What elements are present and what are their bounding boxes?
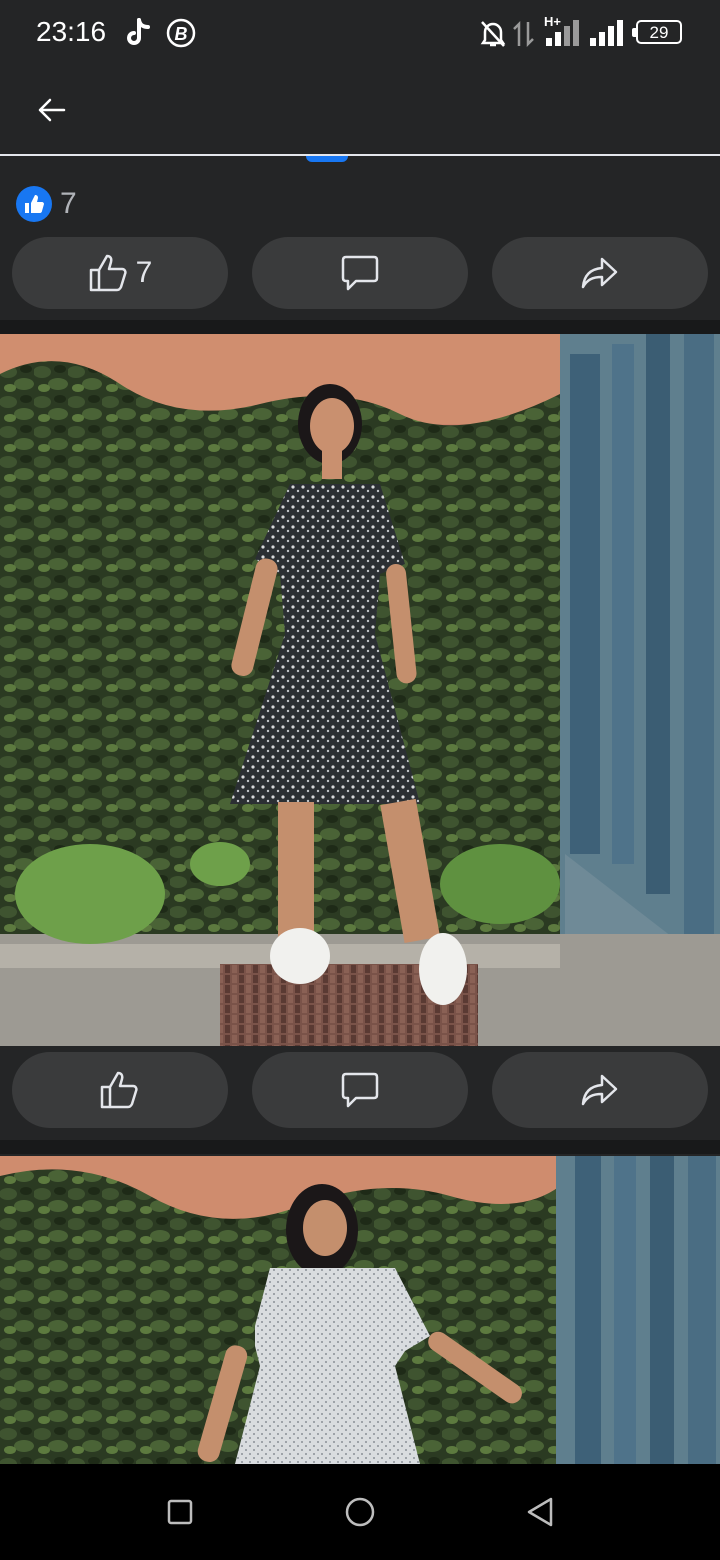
share-button-photo[interactable] [492, 1052, 708, 1128]
system-nav-bar [0, 1464, 720, 1560]
comment-icon [341, 1072, 379, 1108]
status-time: 23:16 [36, 16, 107, 47]
like-button[interactable]: 7 [12, 237, 228, 309]
circle-icon [345, 1497, 375, 1527]
like-count: 7 [135, 256, 153, 289]
reaction-count: 7 [60, 187, 77, 220]
thumbs-up-icon [100, 1071, 138, 1109]
recents-button[interactable] [158, 1490, 202, 1534]
like-button-photo[interactable] [12, 1052, 228, 1128]
battery-level: 29 [649, 23, 669, 42]
status-bar: 23:16 B H+ 29 [0, 0, 720, 66]
signal-icon [590, 18, 626, 51]
previous-image-edge [306, 156, 348, 162]
thumbs-up-icon [89, 254, 127, 292]
top-bar [0, 66, 720, 154]
share-button[interactable] [492, 237, 708, 309]
svg-text:B: B [175, 24, 188, 44]
back-button[interactable] [34, 92, 70, 128]
photo-action-bar [12, 1052, 708, 1128]
post-separator [0, 320, 720, 334]
mute-icon [480, 20, 506, 53]
share-icon [581, 1074, 618, 1106]
battery-icon: 29 [632, 20, 682, 44]
data-arrows-icon [512, 20, 536, 53]
post-action-bar: 7 [12, 237, 708, 309]
svg-text:H+: H+ [544, 14, 561, 29]
photo-black-floral-dress[interactable] [0, 334, 720, 1046]
signal-h-plus-icon: H+ [544, 14, 584, 51]
header-divider [0, 154, 720, 156]
photo-separator [0, 1140, 720, 1154]
tiktok-icon [124, 18, 150, 53]
back-arrow-icon [38, 98, 66, 122]
comment-button[interactable] [252, 237, 468, 309]
b-circle-icon: B [166, 18, 196, 53]
photo-white-dotted-dress[interactable] [0, 1156, 720, 1464]
reaction-summary[interactable]: 7 [16, 184, 77, 224]
triangle-back-icon [527, 1497, 553, 1527]
like-reaction-icon [16, 186, 52, 222]
comment-icon [341, 255, 379, 291]
comment-button-photo[interactable] [252, 1052, 468, 1128]
square-icon [167, 1499, 193, 1525]
home-button[interactable] [338, 1490, 382, 1534]
share-icon [581, 257, 618, 289]
back-nav-button[interactable] [518, 1490, 562, 1534]
